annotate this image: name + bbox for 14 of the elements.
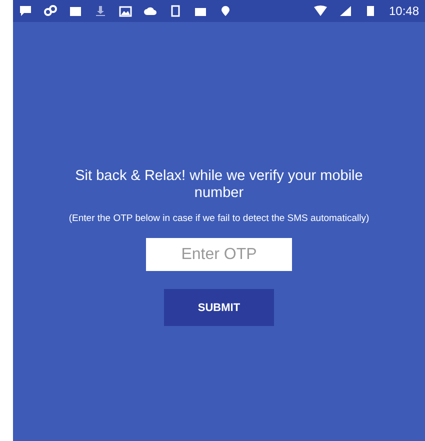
image-icon — [119, 5, 132, 17]
phone-icon — [169, 5, 182, 17]
message-icon — [19, 5, 32, 17]
hint-text: (Enter the OTP below in case if we fail to detect the SMS automatically) — [68, 213, 370, 225]
submit-button[interactable]: SUBMIT — [164, 289, 274, 326]
download-icon — [94, 5, 107, 17]
status-time: 10:48 — [388, 4, 419, 18]
heading-text: Sit back & Relax! while we verify your mobile number — [74, 168, 364, 202]
wifi-icon — [314, 5, 327, 17]
pin-icon — [219, 5, 232, 17]
otp-input-field[interactable]: Enter OTP — [146, 238, 292, 271]
signal-icon — [338, 5, 352, 17]
cloud-icon — [144, 5, 157, 17]
link-icon — [44, 5, 57, 17]
